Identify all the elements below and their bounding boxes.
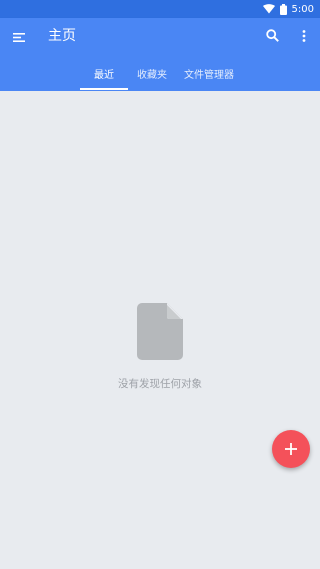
more-vert-icon [302,27,306,46]
app-bar: 主页 最近 收藏夹 文件管理器 [0,18,320,91]
empty-state-message: 没有发现任何对象 [118,378,202,390]
search-icon [265,27,279,46]
status-time: 5:00 [291,3,314,15]
menu-icon [13,27,25,46]
battery-icon [279,3,287,15]
tab-bar: 最近 收藏夹 文件管理器 [0,60,320,91]
plus-icon [285,440,297,459]
tab-file-manager[interactable]: 文件管理器 [178,60,240,91]
search-button[interactable] [262,26,282,46]
tab-label: 文件管理器 [184,70,234,81]
tab-favorites[interactable]: 收藏夹 [130,60,174,91]
main-content[interactable]: 没有发现任何对象 [0,91,320,569]
menu-button[interactable] [8,26,30,46]
page-title: 主页 [48,28,76,44]
toolbar: 主页 [0,18,320,54]
more-options-button[interactable] [296,26,312,46]
tab-label: 最近 [94,70,114,81]
add-fab-button[interactable] [272,430,310,468]
status-bar: 5:00 [0,0,320,18]
tab-indicator [80,88,128,90]
tab-recent[interactable]: 最近 [80,60,128,91]
file-icon [137,303,183,360]
tab-label: 收藏夹 [137,70,167,81]
wifi-icon [262,4,275,14]
